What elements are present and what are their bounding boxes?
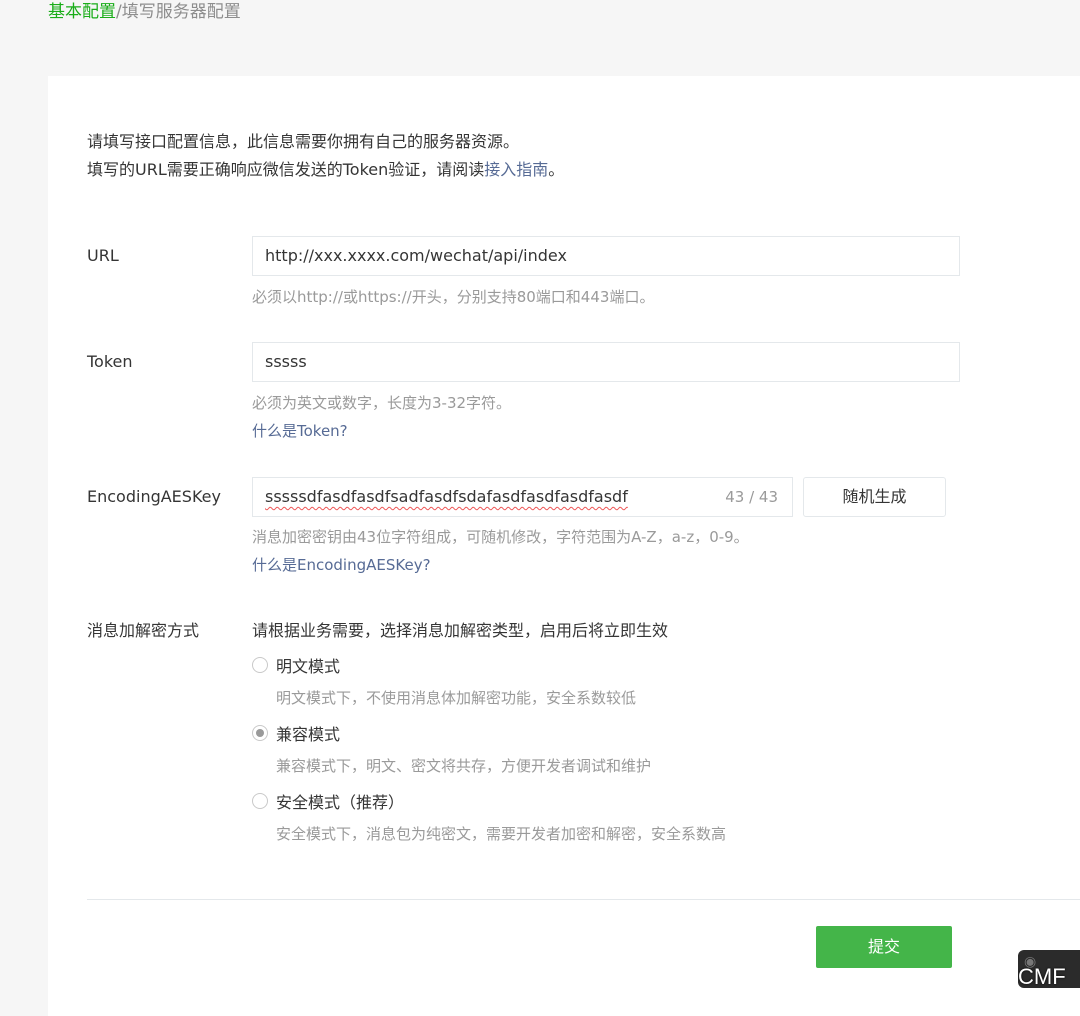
url-input-value: http://xxx.xxxx.com/wechat/api/index (265, 246, 567, 265)
token-input[interactable]: sssss (252, 342, 960, 382)
watermark-text: CMF (1018, 964, 1066, 988)
radio-secure-label: 安全模式（推荐） (276, 793, 405, 812)
intro-line-1: 请填写接口配置信息，此信息需要你拥有自己的服务器资源。 (87, 132, 520, 151)
token-hint: 必须为英文或数字，长度为3-32字符。 (252, 394, 512, 412)
token-input-value: sssss (265, 352, 307, 371)
radio-secure-mode[interactable]: 安全模式（推荐） (252, 789, 404, 813)
breadcrumb: 基本配置/填写服务器配置 (48, 0, 241, 26)
radio-unchecked-icon[interactable] (252, 793, 268, 809)
breadcrumb-current-page: 填写服务器配置 (121, 2, 241, 22)
intro-line-2-end: 。 (548, 160, 565, 179)
radio-checked-icon[interactable] (252, 725, 268, 741)
breadcrumb-basic-config-link[interactable]: 基本配置 (48, 2, 116, 22)
url-hint: 必须以http://或https://开头，分别支持80端口和443端口。 (252, 288, 655, 306)
what-is-token-link[interactable]: 什么是Token? (252, 420, 348, 442)
random-generate-button[interactable]: 随机生成 (803, 477, 946, 517)
encryption-mode-description: 请根据业务需要，选择消息加解密类型，启用后将立即生效 (252, 621, 669, 640)
aes-key-char-counter: 43 / 43 (725, 488, 778, 506)
radio-compatible-mode[interactable]: 兼容模式 (252, 721, 340, 745)
radio-compatible-label: 兼容模式 (276, 725, 341, 744)
what-is-aes-key-link[interactable]: 什么是EncodingAESKey? (252, 554, 431, 576)
intro-text: 请填写接口配置信息，此信息需要你拥有自己的服务器资源。 填写的URL需要正确响应… (87, 128, 564, 184)
aes-key-label: EncodingAESKey (87, 487, 221, 506)
encryption-mode-label: 消息加解密方式 (87, 621, 200, 640)
aes-key-input-value: sssssdfasdfasdfsadfasdfsdafasdfasdfasdfa… (265, 487, 628, 506)
watermark-badge: ◉ CMF (1018, 950, 1080, 988)
aes-key-hint: 消息加密密钥由43位字符组成，可随机修改，字符范围为A-Z，a-z，0-9。 (252, 528, 749, 546)
secure-mode-desc: 安全模式下，消息包为纯密文，需要开发者加密和解密，安全系数高 (276, 825, 727, 843)
radio-plaintext-label: 明文模式 (276, 657, 341, 676)
url-label: URL (87, 246, 119, 265)
radio-plaintext-mode[interactable]: 明文模式 (252, 653, 340, 677)
url-input[interactable]: http://xxx.xxxx.com/wechat/api/index (252, 236, 960, 276)
form-divider (87, 899, 1080, 900)
intro-line-2: 填写的URL需要正确响应微信发送的Token验证，请阅读接入指南。 (87, 156, 564, 184)
radio-unchecked-icon[interactable] (252, 657, 268, 673)
submit-button[interactable]: 提交 (816, 926, 952, 968)
intro-line-2-text: 填写的URL需要正确响应微信发送的Token验证，请阅读 (87, 160, 485, 179)
token-label: Token (87, 352, 133, 371)
access-guide-link[interactable]: 接入指南 (484, 160, 548, 179)
compatible-mode-desc: 兼容模式下，明文、密文将共存，方便开发者调试和维护 (276, 757, 652, 775)
aes-key-input[interactable]: sssssdfasdfasdfsadfasdfsdafasdfasdfasdfa… (252, 477, 793, 517)
plaintext-mode-desc: 明文模式下，不使用消息体加解密功能，安全系数较低 (276, 689, 637, 707)
